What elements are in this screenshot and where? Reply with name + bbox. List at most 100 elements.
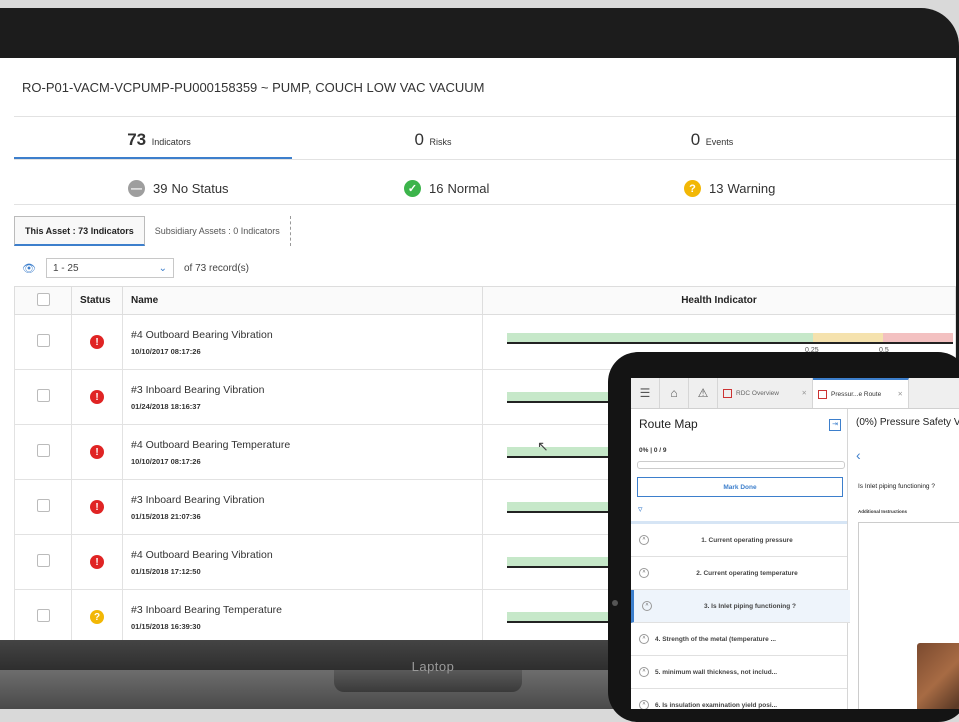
route-step-item[interactable]: ^ 4. Strength of the metal (temperature … (631, 623, 847, 656)
step-circle-icon: ^ (639, 535, 649, 545)
route-step-label: 6. Is insulation examination yield posi.… (655, 701, 778, 709)
kpi-label: Events (705, 137, 734, 147)
value-line (507, 511, 617, 513)
normal-band (507, 392, 617, 401)
row-select-cell (14, 589, 72, 640)
indicator-name[interactable]: #3 Inboard Bearing Vibration (131, 494, 474, 506)
question-icon: ? (684, 180, 701, 197)
route-detail-panel: (0%) Pressure Safety V ‹ Is Inlet piping… (848, 409, 959, 709)
value-line (507, 401, 617, 403)
divider (14, 116, 956, 117)
close-icon[interactable]: ✕ (802, 389, 807, 397)
progress-count: 0 / 9 (653, 447, 667, 454)
column-header-health[interactable]: Health Indicator (482, 286, 956, 315)
name-cell: #4 Outboard Bearing Temperature 10/10/20… (122, 424, 483, 480)
route-step-item[interactable]: ^ 1. Current operating pressure (631, 524, 847, 557)
status-label: Warning (727, 181, 776, 196)
mark-done-button[interactable]: Mark Done (637, 477, 843, 497)
name-cell: #4 Outboard Bearing Vibration 01/15/2018… (122, 534, 483, 590)
normal-band (507, 557, 617, 566)
row-select-cell (14, 534, 72, 590)
pager: 👁 1 - 25 ⌄ of 73 record(s) (22, 258, 249, 278)
progress-percent: 0% (639, 447, 649, 454)
divider (14, 204, 956, 205)
row-checkbox[interactable] (36, 389, 50, 402)
status-warning[interactable]: ? 13 Warning (684, 180, 775, 197)
menu-icon[interactable]: ☰ (631, 378, 660, 408)
binoculars-icon[interactable]: 👁 (22, 262, 36, 275)
page-range-select[interactable]: 1 - 25 ⌄ (45, 258, 174, 278)
tab-this-asset[interactable]: This Asset : 73 Indicators (14, 216, 145, 246)
row-select-cell (14, 424, 72, 480)
normal-band (507, 333, 813, 342)
normal-band (507, 612, 617, 621)
indicator-name[interactable]: #4 Outboard Bearing Temperature (131, 439, 474, 451)
indicator-date: 01/15/2018 17:12:50 (131, 566, 201, 576)
back-icon[interactable]: ‹ (856, 447, 861, 463)
value-line (507, 456, 617, 458)
warning-triangle-icon[interactable]: ⚠ (689, 378, 718, 408)
tab-subsidiary-assets[interactable]: Subsidiary Assets : 0 Indicators (145, 216, 291, 246)
page-icon (818, 389, 827, 399)
route-step-item[interactable]: ^ 3. Is Inlet piping functioning ? (631, 590, 850, 623)
filter-icon[interactable]: ▿ (638, 504, 643, 515)
tab-pressure-route[interactable]: Pressur...e Route ✕ (813, 378, 909, 408)
indicator-name[interactable]: #4 Outboard Bearing Vibration (131, 549, 474, 561)
route-step-item[interactable]: ^ 6. Is insulation examination yield pos… (631, 689, 847, 709)
divider (14, 159, 956, 160)
status-no-status[interactable]: — 39 No Status (128, 180, 229, 197)
alarm-icon: ! (90, 445, 104, 459)
route-progress-bar (637, 461, 845, 469)
indicator-date: 10/10/2017 08:17:26 (131, 456, 201, 466)
row-checkbox[interactable] (36, 499, 50, 512)
step-circle-icon: ^ (642, 601, 652, 611)
row-checkbox[interactable] (36, 334, 50, 347)
kpi-indicators[interactable]: 73 Indicators (24, 130, 294, 150)
route-step-item[interactable]: ^ 5. minimum wall thickness, not includ.… (631, 656, 847, 689)
expand-icon[interactable]: ⇥ (829, 419, 841, 431)
row-checkbox[interactable] (36, 609, 50, 622)
indicator-name[interactable]: #3 Inboard Bearing Vibration (131, 384, 474, 396)
value-line (507, 621, 617, 623)
normal-band (507, 447, 617, 456)
status-label: No Status (171, 181, 229, 196)
additional-instructions: Additional Instructions (858, 509, 907, 514)
kpi-count: 0 (690, 130, 701, 149)
row-checkbox[interactable] (36, 554, 50, 567)
indicator-name[interactable]: #4 Outboard Bearing Vibration (131, 329, 474, 341)
route-step-item[interactable]: ^ 2. Current operating temperature (631, 557, 847, 590)
status-cell: ! (71, 314, 123, 370)
check-icon: ✓ (404, 180, 421, 197)
tab-label: RDC Overview (736, 389, 779, 397)
status-count: 13 (709, 181, 724, 196)
route-map-title: Route Map (639, 417, 698, 431)
kpi-count: 73 (127, 130, 147, 149)
home-icon[interactable]: ⌂ (660, 378, 689, 408)
kpi-events[interactable]: 0 Events (577, 130, 847, 150)
alarm-icon: ! (90, 500, 104, 514)
route-step-label: 3. Is Inlet piping functioning ? (703, 602, 797, 610)
chevron-down-icon: ⌄ (158, 262, 167, 274)
select-all-checkbox[interactable] (36, 292, 50, 306)
kpi-risks[interactable]: 0 Risks (298, 130, 568, 150)
kpi-label: Indicators (151, 137, 191, 147)
column-header-name[interactable]: Name (122, 286, 483, 315)
asset-title: RO-P01-VACM-VCPUMP-PU000158359 ~ PUMP, C… (22, 80, 485, 95)
indicator-date: 10/10/2017 08:17:26 (131, 346, 201, 356)
alarm-icon: ! (90, 390, 104, 404)
indicator-name[interactable]: #3 Inboard Bearing Temperature (131, 604, 474, 616)
column-header-status[interactable]: Status (71, 286, 123, 315)
status-count: 39 (153, 181, 168, 196)
close-icon[interactable]: ✕ (898, 390, 903, 398)
pipe-image (917, 643, 959, 709)
row-checkbox[interactable] (36, 444, 50, 457)
mouse-cursor-icon: ↖ (537, 438, 549, 454)
warning-icon: ? (90, 610, 104, 624)
status-normal[interactable]: ✓ 16 Normal (404, 180, 489, 197)
route-step-label: 1. Current operating pressure (701, 536, 793, 544)
status-cell: ! (71, 534, 123, 590)
detail-title: (0%) Pressure Safety V (856, 417, 959, 428)
alarm-icon: ! (90, 335, 104, 349)
tab-rdc-overview[interactable]: RDC Overview ✕ (718, 378, 813, 408)
status-cell: ! (71, 369, 123, 425)
